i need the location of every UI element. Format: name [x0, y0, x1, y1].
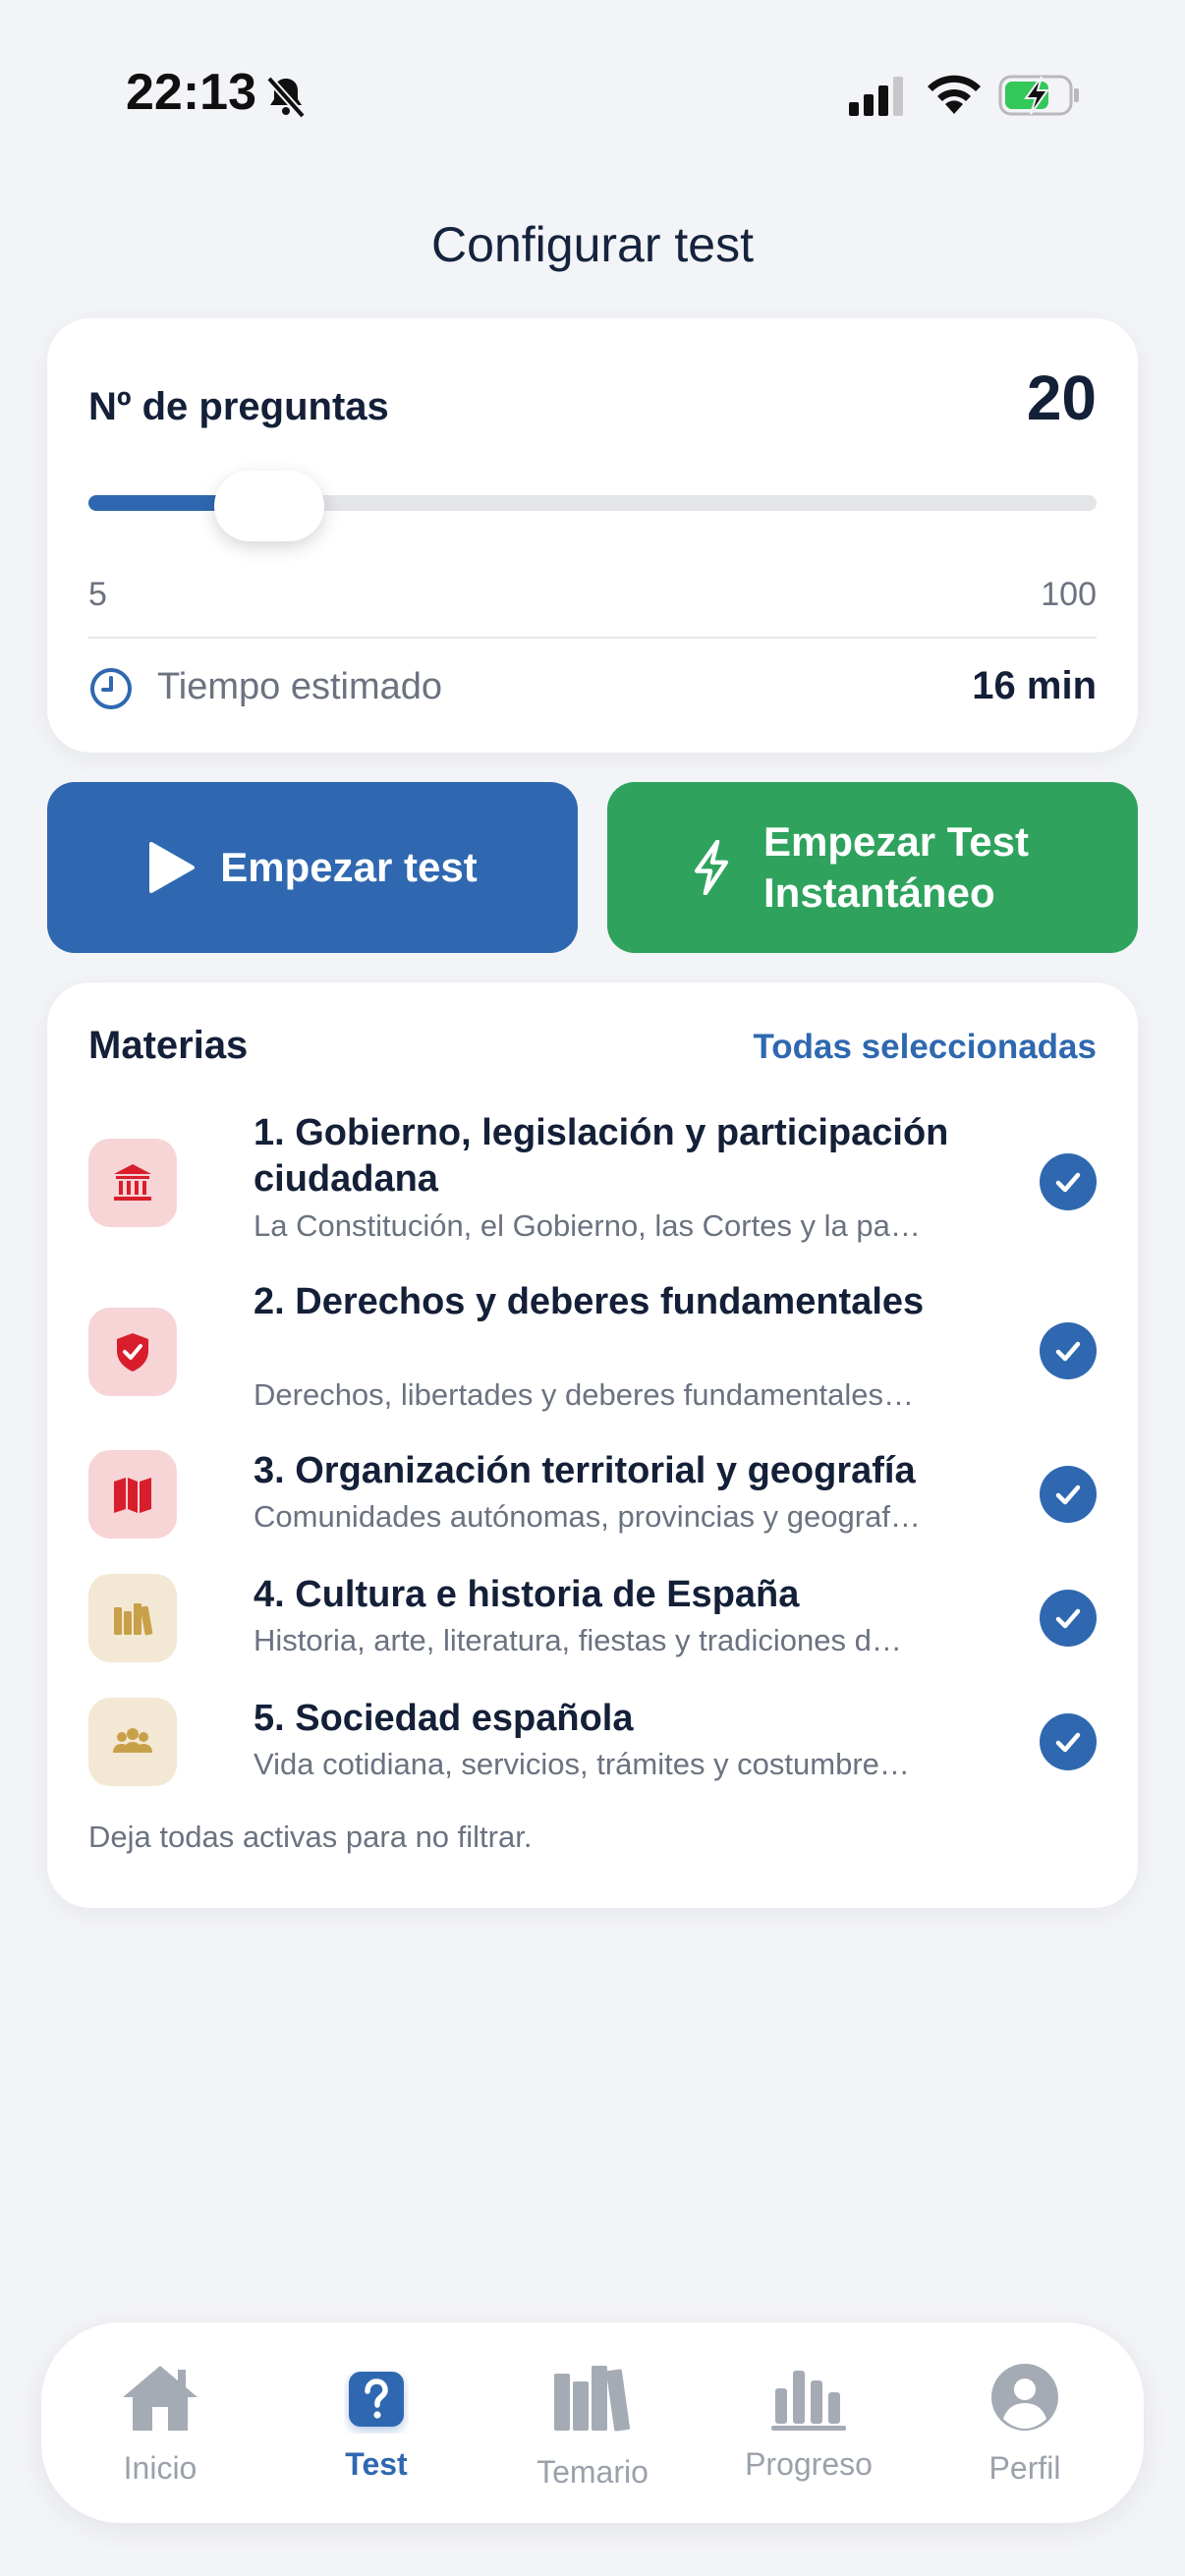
topics-card: Materias Todas seleccionadas 1. Gobierno…	[47, 982, 1138, 1908]
filter-hint: Deja todas activas para no filtrar.	[88, 1820, 533, 1854]
topic-item[interactable]: 4. Cultura e historia de España Historia…	[88, 1574, 1097, 1662]
battery-charging-icon	[998, 75, 1079, 116]
tab-test[interactable]: Test	[278, 2323, 475, 2523]
select-all-link[interactable]: Todas seleccionadas	[753, 1028, 1097, 1067]
wifi-icon	[928, 75, 981, 114]
tab-label: Progreso	[745, 2446, 873, 2482]
tab-temario[interactable]: Temario	[494, 2323, 691, 2523]
bank-icon	[88, 1139, 177, 1227]
estimated-time-label: Tiempo estimado	[157, 666, 443, 707]
status-bar: 22:13	[0, 0, 1185, 187]
instant-test-button[interactable]: Empezar Test Instantáneo	[607, 782, 1138, 953]
topic-name: 1. Gobierno, legislación y participación…	[254, 1112, 949, 1200]
topics-title: Materias	[88, 1024, 249, 1067]
tab-inicio[interactable]: Inicio	[62, 2323, 258, 2523]
people-icon	[88, 1698, 177, 1786]
topic-description: La Constitución, el Gobierno, las Cortes…	[254, 1208, 921, 1243]
slider-max-label: 100	[1041, 576, 1097, 613]
slider-min-label: 5	[88, 576, 107, 613]
topic-name: 5. Sociedad española	[254, 1698, 634, 1739]
lightning-icon	[694, 840, 729, 895]
checkbox-checked-icon[interactable]	[1040, 1590, 1097, 1647]
start-test-label: Empezar test	[220, 844, 478, 890]
question-count-value: 20	[1026, 363, 1097, 433]
home-icon	[117, 2358, 203, 2436]
play-icon	[149, 842, 196, 893]
topic-item[interactable]: 3. Organización territorial y geografía …	[88, 1450, 1097, 1539]
instant-test-label: Empezar Test Instantáneo	[763, 818, 1029, 916]
bar-chart-icon	[765, 2358, 852, 2436]
topic-name: 2. Derechos y deberes fundamentales	[254, 1281, 925, 1322]
shield-icon	[88, 1308, 177, 1396]
question-slider-thumb[interactable]	[214, 471, 325, 541]
clock-icon	[90, 668, 132, 709]
person-icon	[982, 2358, 1068, 2436]
topic-description: Derechos, libertades y deberes fundament…	[254, 1377, 915, 1412]
books-icon	[549, 2358, 636, 2436]
cellular-signal-icon	[849, 77, 903, 116]
topic-name: 3. Organización territorial y geografía	[254, 1450, 916, 1491]
tab-perfil[interactable]: Perfil	[927, 2323, 1123, 2523]
topic-item[interactable]: 2. Derechos y deberes fundamentales Dere…	[88, 1279, 1097, 1417]
estimated-time-value: 16 min	[972, 664, 1097, 707]
topic-item[interactable]: 5. Sociedad española Vida cotidiana, ser…	[88, 1698, 1097, 1786]
tab-label: Perfil	[988, 2450, 1061, 2486]
bell-muted-icon	[266, 76, 306, 119]
checkbox-checked-icon[interactable]	[1040, 1322, 1097, 1379]
status-time: 22:13	[126, 64, 256, 121]
question-count-label: Nº de preguntas	[88, 385, 389, 428]
topic-description: Comunidades autónomas, provincias y geog…	[254, 1499, 921, 1534]
checkbox-checked-icon[interactable]	[1040, 1153, 1097, 1210]
page-title: Configurar test	[431, 217, 754, 272]
map-icon	[88, 1450, 177, 1539]
tab-label: Test	[345, 2446, 408, 2482]
tab-progreso[interactable]: Progreso	[710, 2323, 907, 2523]
question-icon	[333, 2362, 420, 2440]
books-icon	[88, 1574, 177, 1662]
topic-description: Vida cotidiana, servicios, trámites y co…	[254, 1747, 910, 1781]
tab-bar: Inicio Test Temario Progreso Perfil	[41, 2323, 1144, 2523]
checkbox-checked-icon[interactable]	[1040, 1713, 1097, 1770]
topic-item[interactable]: 1. Gobierno, legislación y participación…	[88, 1110, 1097, 1248]
tab-label: Inicio	[123, 2450, 198, 2486]
question-count-card: Nº de preguntas 20 5 100 Tiempo estimado…	[47, 318, 1138, 753]
topic-name: 4. Cultura e historia de España	[254, 1574, 800, 1615]
tab-label: Temario	[536, 2454, 649, 2490]
divider	[88, 637, 1097, 639]
checkbox-checked-icon[interactable]	[1040, 1466, 1097, 1523]
start-test-button[interactable]: Empezar test	[47, 782, 578, 953]
topic-description: Historia, arte, literatura, fiestas y tr…	[254, 1623, 902, 1657]
